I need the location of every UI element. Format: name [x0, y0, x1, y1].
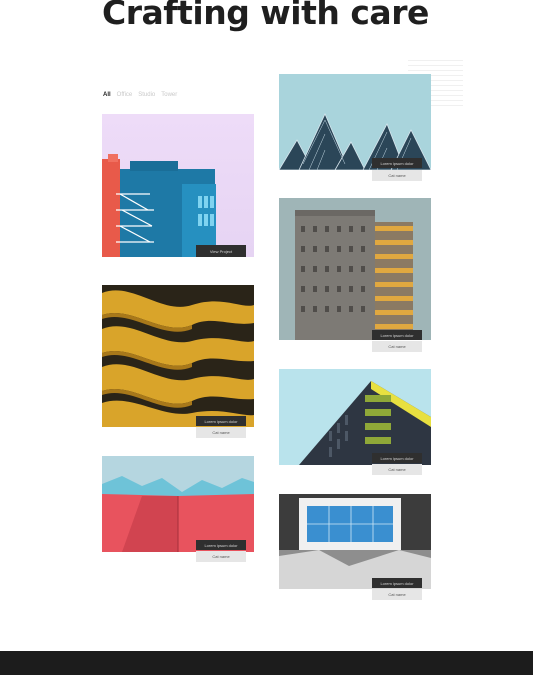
portfolio-card[interactable]: Lorem ipsum dolor Cat name [279, 369, 431, 477]
blue-building-image [102, 114, 254, 257]
filter-tower[interactable]: Tower [161, 92, 177, 98]
portfolio-card[interactable]: Lorem ipsum dolor Cat name [102, 285, 254, 440]
portfolio-card[interactable]: Lorem ipsum dolor Cat name [102, 456, 254, 564]
category-tag[interactable]: Cat name [372, 589, 422, 600]
category-tag[interactable]: Cat name [372, 170, 422, 181]
project-title-tag: Lorem ipsum dolor [372, 578, 422, 588]
portfolio-card[interactable]: View Project [102, 114, 254, 257]
project-title-tag: Lorem ipsum dolor [372, 453, 422, 463]
filter-studio[interactable]: Studio [138, 92, 155, 98]
filter-bar: All Office Studio Tower [103, 92, 177, 98]
filter-office[interactable]: Office [117, 92, 133, 98]
category-tag[interactable]: Cat name [372, 341, 422, 352]
portfolio-card[interactable]: Lorem ipsum dolor Cat name [279, 198, 431, 354]
category-tag[interactable]: Cat name [196, 551, 246, 562]
project-title-tag: Lorem ipsum dolor [372, 158, 422, 168]
portfolio-card[interactable]: Lorem ipsum dolor Cat name [279, 494, 431, 602]
footer [0, 651, 533, 675]
category-tag[interactable]: Cat name [372, 464, 422, 475]
page-title: Crafting with care [102, 0, 429, 32]
view-project-button[interactable]: View Project [196, 245, 246, 257]
project-title-tag: Lorem ipsum dolor [196, 540, 246, 550]
filter-all[interactable]: All [103, 92, 111, 98]
portfolio-card[interactable]: Lorem ipsum dolor Cat name [279, 74, 431, 184]
project-title-tag: Lorem ipsum dolor [372, 330, 422, 340]
category-tag[interactable]: Cat name [196, 427, 246, 438]
project-title-tag: Lorem ipsum dolor [196, 416, 246, 426]
